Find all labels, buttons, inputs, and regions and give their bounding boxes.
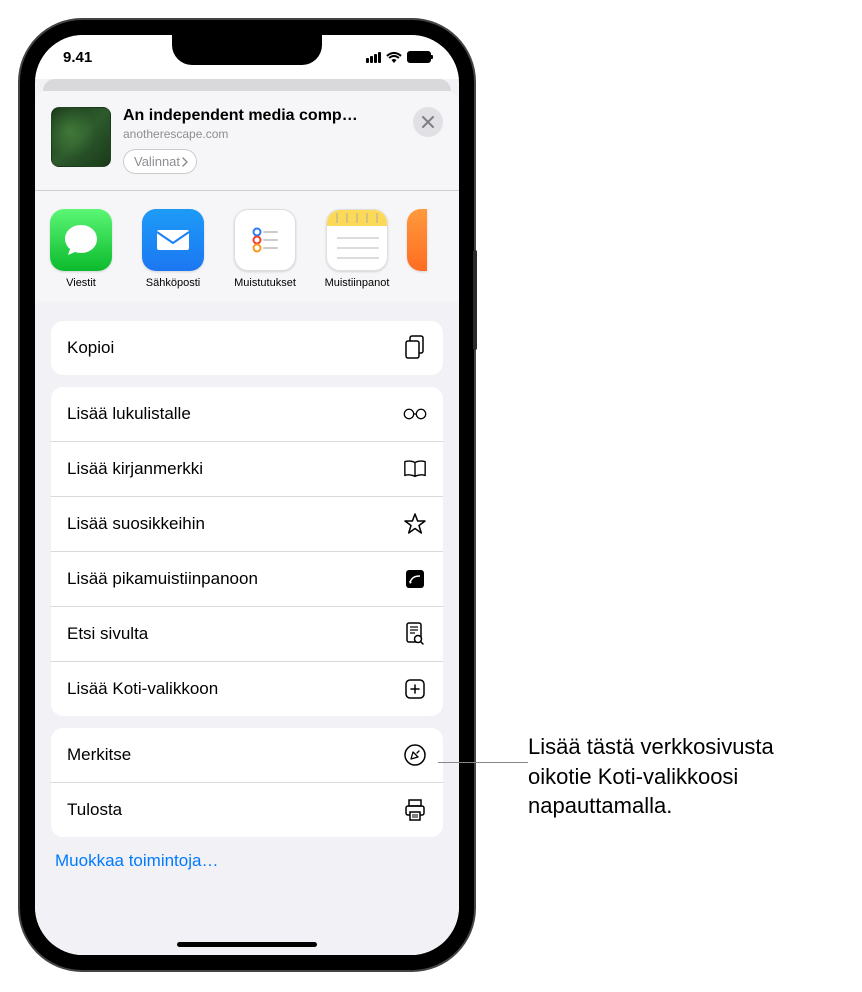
close-icon	[422, 116, 434, 128]
close-button[interactable]	[413, 107, 443, 137]
share-app-mail[interactable]: Sähköposti	[127, 209, 219, 289]
options-button[interactable]: Valinnat	[123, 149, 197, 174]
mail-icon	[142, 209, 204, 271]
action-markup[interactable]: Merkitse	[51, 728, 443, 782]
add-home-icon	[403, 677, 427, 701]
notes-icon	[326, 209, 388, 271]
callout-leader-line	[438, 762, 528, 763]
find-on-page-icon	[403, 622, 427, 646]
action-label: Merkitse	[67, 745, 131, 765]
action-quick-note[interactable]: Lisää pikamuistiinpanoon	[51, 551, 443, 606]
action-group: Merkitse Tulosta	[51, 728, 443, 837]
book-icon	[403, 457, 427, 481]
action-reading-list[interactable]: Lisää lukulistalle	[51, 387, 443, 441]
phone-frame: 9.41 An independent media comp… anothere…	[20, 20, 474, 970]
edit-actions-button[interactable]: Muokkaa toimintoja…	[51, 837, 443, 885]
share-app-notes[interactable]: Muistiinpanot	[311, 209, 403, 289]
action-label: Etsi sivulta	[67, 624, 148, 644]
action-label: Tulosta	[67, 800, 122, 820]
app-label: Muistiinpanot	[325, 277, 390, 289]
action-add-home-screen[interactable]: Lisää Koti-valikkoon	[51, 661, 443, 716]
star-icon	[403, 512, 427, 536]
markup-icon	[403, 743, 427, 767]
action-label: Lisää Koti-valikkoon	[67, 679, 218, 699]
reminders-icon	[234, 209, 296, 271]
action-group: Kopioi	[51, 321, 443, 375]
cellular-icon	[366, 52, 381, 63]
wifi-icon	[386, 51, 402, 63]
status-time: 9.41	[63, 49, 92, 66]
print-icon	[403, 798, 427, 822]
share-app-partial[interactable]	[407, 209, 427, 271]
quick-note-icon	[403, 567, 427, 591]
action-label: Kopioi	[67, 338, 114, 358]
action-copy[interactable]: Kopioi	[51, 321, 443, 375]
action-label: Lisää suosikkeihin	[67, 514, 205, 534]
app-label: Sähköposti	[146, 277, 200, 289]
battery-icon	[407, 51, 431, 63]
share-app-reminders[interactable]: Muistutukset	[219, 209, 311, 289]
app-label: Viestit	[66, 277, 96, 289]
notch	[172, 35, 322, 65]
action-label: Lisää pikamuistiinpanoon	[67, 569, 258, 589]
home-indicator[interactable]	[177, 942, 317, 947]
action-bookmark[interactable]: Lisää kirjanmerkki	[51, 441, 443, 496]
action-find-on-page[interactable]: Etsi sivulta	[51, 606, 443, 661]
copy-icon	[403, 336, 427, 360]
phone-screen: 9.41 An independent media comp… anothere…	[35, 35, 459, 955]
share-sheet[interactable]: An independent media comp… anotherescape…	[35, 91, 459, 955]
action-print[interactable]: Tulosta	[51, 782, 443, 837]
action-label: Lisää lukulistalle	[67, 404, 191, 424]
glasses-icon	[403, 402, 427, 426]
callout-text: Lisää tästä verkkosivusta oikotie Koti-v…	[528, 732, 838, 821]
page-title: An independent media comp…	[123, 107, 401, 125]
page-url: anotherescape.com	[123, 127, 401, 141]
page-thumbnail	[51, 107, 111, 167]
sheet-header: An independent media comp… anotherescape…	[35, 91, 459, 190]
action-favorite[interactable]: Lisää suosikkeihin	[51, 496, 443, 551]
options-label: Valinnat	[134, 154, 180, 169]
action-label: Lisää kirjanmerkki	[67, 459, 203, 479]
action-group: Lisää lukulistalle Lisää kirjanmerkki	[51, 387, 443, 716]
chevron-right-icon	[182, 157, 188, 167]
share-app-messages[interactable]: Viestit	[35, 209, 127, 289]
side-button	[473, 250, 477, 350]
app-label: Muistutukset	[234, 277, 296, 289]
share-apps-row[interactable]: Viestit Sähköposti Muistutukset	[35, 191, 459, 301]
background-card-edge	[43, 79, 451, 91]
messages-icon	[50, 209, 112, 271]
